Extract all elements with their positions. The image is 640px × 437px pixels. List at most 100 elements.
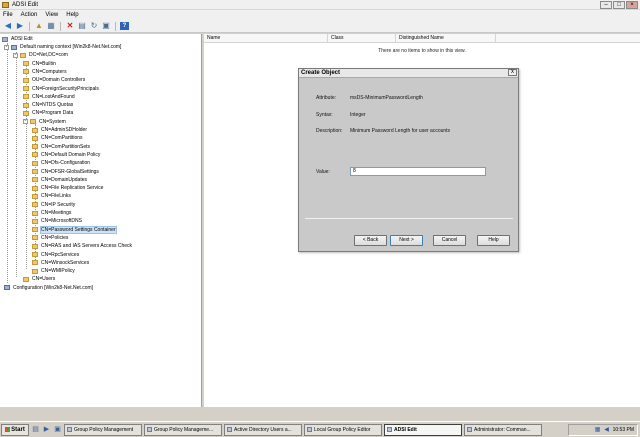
menu-action[interactable]: Action [21, 12, 38, 18]
tree-item[interactable]: - DC=Net,DC=com [13, 51, 68, 59]
clock[interactable]: 10:53 PM [613, 427, 634, 433]
taskbar-button-label: ADSI Edit [394, 426, 417, 433]
tree-item[interactable]: CN=ComPartitions [32, 134, 83, 142]
tree-item[interactable]: CN=Builtin [23, 60, 56, 68]
collapse-toggle-icon[interactable]: - [4, 44, 9, 50]
tree-item[interactable]: CN=RpcServices [32, 251, 79, 259]
tree-item[interactable]: CN=Meetings [32, 209, 71, 217]
create-object-dialog: Create Object x Attribute: msDS-MinimumP… [298, 68, 519, 252]
tree-item-label: CN=Program Data [32, 110, 74, 117]
network-icon[interactable]: ▦ [595, 427, 601, 433]
delete-icon[interactable]: ✕ [65, 22, 75, 31]
menu-help[interactable]: Help [66, 12, 78, 18]
menu-view[interactable]: View [45, 12, 58, 18]
column-header-distinguished-name[interactable]: Distinguished Name [396, 34, 496, 42]
tree-item[interactable]: CN=Password Settings Container [32, 225, 117, 234]
taskbar-button-label: Group Policy Manageme... [154, 426, 214, 433]
collapse-toggle-icon[interactable]: - [13, 52, 18, 58]
tree-item[interactable]: CN=ForeignSecurityPrincipals [23, 85, 99, 93]
app-icon [467, 427, 472, 432]
tree-item-label: CN=File Replication Service [41, 185, 104, 192]
tree-item-label: CN=Policies [41, 234, 69, 241]
tree-item[interactable]: CN=Computers [23, 68, 67, 76]
menu-file[interactable]: File [3, 12, 13, 18]
tree-item[interactable]: CN=File Replication Service [32, 184, 103, 192]
taskbar-button[interactable]: Group Policy Manageme... [144, 423, 222, 436]
dialog-close-button[interactable]: x [508, 69, 517, 76]
tree-item[interactable]: CN=WMIPolicy [32, 267, 75, 275]
tree-item[interactable]: - CN=System [23, 118, 66, 126]
tree-item[interactable]: CN=RAS and IAS Servers Access Check [32, 242, 132, 250]
tree-item[interactable]: CN=IP Security [32, 201, 75, 209]
windows-logo-icon [5, 427, 11, 432]
tree-item[interactable]: Configuration [Win2k8-Net.Net.com] [4, 284, 93, 292]
column-header-name[interactable]: Name [204, 34, 328, 42]
start-button[interactable]: Start [1, 423, 29, 436]
tree-item[interactable]: CN=Program Data [23, 109, 73, 117]
tree-item[interactable]: CN=NTDS Quotas [23, 101, 73, 109]
app-icon [387, 427, 392, 432]
tree-item[interactable]: CN=DFSR-GlobalSettings [32, 168, 99, 176]
dialog-title: Create Object [301, 70, 341, 76]
folder-icon [23, 61, 29, 67]
volume-icon[interactable]: ◀ [604, 427, 610, 433]
dialog-separator [305, 218, 513, 219]
column-header-class[interactable]: Class [328, 34, 396, 42]
taskbar-button-label: Group Policy Management [74, 426, 134, 433]
folder-icon [32, 193, 38, 199]
attribute-value: msDS-MinimumPasswordLength [350, 95, 423, 101]
tree-item-label: CN=Users [32, 276, 56, 283]
back-button[interactable]: < Back [354, 235, 387, 246]
taskbar-button[interactable]: Group Policy Management [64, 423, 142, 436]
tree-item[interactable]: CN=ComPartitionSets [32, 143, 90, 151]
tree-item[interactable]: OU=Domain Controllers [23, 76, 85, 84]
forward-arrow-icon[interactable]: ▶ [15, 22, 25, 31]
folder-icon [32, 202, 38, 208]
explorer-icon[interactable]: ▣ [53, 425, 62, 434]
up-folder-icon[interactable]: ▲ [34, 22, 44, 31]
tree-item[interactable]: CN=Default Domain Policy [32, 151, 100, 159]
tree-item[interactable]: CN=MicrosoftDNS [32, 217, 82, 225]
tree-item[interactable]: CN=Policies [32, 234, 68, 242]
tree-item-label: CN=MicrosoftDNS [41, 218, 82, 225]
tree-item-label: CN=WMIPolicy [41, 268, 75, 275]
taskbar-button[interactable]: Administrator: Comman... [464, 423, 542, 436]
folder-icon [23, 102, 29, 108]
start-label: Start [11, 426, 25, 433]
collapse-toggle-icon[interactable]: - [23, 119, 28, 125]
cancel-button[interactable]: Cancel [433, 235, 466, 246]
export-list-icon[interactable]: ▣ [101, 22, 111, 31]
description-value: Minimum Password Length for user account… [350, 128, 451, 134]
tree-item[interactable]: CN=FileLinks [32, 192, 71, 200]
next-button[interactable]: Next > [390, 235, 423, 246]
tree-item[interactable]: CN=LostAndFound [23, 93, 75, 101]
folder-icon [30, 119, 36, 125]
refresh-icon[interactable]: ↻ [89, 22, 99, 31]
server-manager-icon[interactable]: ▤ [31, 425, 40, 434]
help-button[interactable]: Help [477, 235, 510, 246]
folder-icon [32, 135, 38, 141]
show-hide-tree-icon[interactable]: ▦ [46, 22, 56, 31]
maximize-button[interactable]: □ [613, 1, 625, 9]
tree-item[interactable]: CN=DomainUpdates [32, 176, 87, 184]
help-icon[interactable]: ? [120, 22, 129, 30]
tree-item-label: CN=IP Security [41, 201, 76, 208]
minimize-button[interactable]: – [600, 1, 612, 9]
back-arrow-icon[interactable]: ◀ [3, 22, 13, 31]
taskbar-button[interactable]: Local Group Policy Editor [304, 423, 382, 436]
dialog-title-bar[interactable]: Create Object x [299, 69, 518, 78]
powershell-icon[interactable]: ▶ [42, 425, 51, 434]
value-input[interactable]: 8 [350, 167, 486, 176]
properties-icon[interactable]: ▤ [77, 22, 87, 31]
taskbar-button[interactable]: Active Directory Users a... [224, 423, 302, 436]
close-window-button[interactable]: × [626, 1, 638, 9]
tree-root-adsi-edit[interactable]: ADSI Edit [2, 35, 33, 43]
tree-item[interactable]: CN=AdminSDHolder [32, 126, 87, 134]
tree-item[interactable]: CN=WinsockServices [32, 259, 89, 267]
tree-pane[interactable]: ADSI Edit - Default naming context [Win2k… [0, 34, 202, 407]
tree-item[interactable]: CN=Dfs-Configuration [32, 159, 90, 167]
tree-item[interactable]: - Default naming context [Win2k8-Net.Net.… [4, 43, 121, 51]
tree-item[interactable]: CN=Users [23, 275, 55, 283]
folder-icon [23, 276, 29, 282]
taskbar-button[interactable]: ADSI Edit [384, 423, 462, 436]
